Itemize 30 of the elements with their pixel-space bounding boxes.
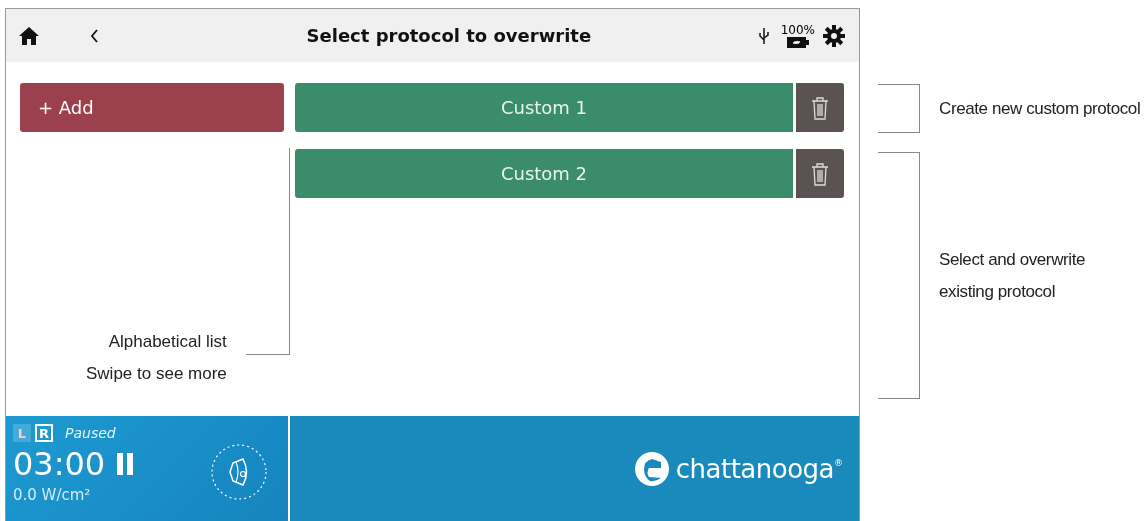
applicator-icon[interactable]	[210, 443, 268, 501]
bracket-line	[878, 84, 920, 133]
annotation-text: Select and overwrite	[939, 248, 1086, 271]
back-icon[interactable]	[90, 28, 99, 43]
add-button[interactable]: + Add	[20, 83, 284, 132]
annotation-text: Create new custom protocol	[939, 97, 1141, 120]
protocol-button[interactable]: Custom 1	[295, 83, 793, 132]
annotation-text: Alphabetical list	[107, 331, 227, 353]
logo-icon	[633, 450, 670, 487]
status-text: Paused	[65, 425, 116, 441]
pause-icon[interactable]	[117, 453, 134, 475]
annotation-text: Swipe to see more	[86, 363, 227, 385]
delete-button[interactable]	[796, 149, 844, 198]
side-toggle[interactable]: R	[35, 424, 53, 442]
delete-button[interactable]	[796, 83, 844, 132]
usb-icon	[758, 26, 769, 45]
protocol-button[interactable]: Custom 2	[295, 149, 793, 198]
screen-title: Select protocol to overwrite	[305, 25, 593, 46]
home-icon[interactable]	[18, 25, 40, 46]
timer: 03:00	[13, 444, 106, 484]
battery-icon	[786, 35, 809, 48]
battery-level: 100%	[780, 23, 815, 36]
annotation-text: existing protocol	[939, 280, 1057, 303]
registered-mark: ®	[834, 458, 843, 468]
brand-name: chattanooga	[675, 453, 834, 484]
settings-icon[interactable]	[823, 24, 845, 47]
intensity-reading: 0.0 W/cm²	[13, 486, 92, 504]
trash-icon	[811, 95, 829, 120]
trash-icon	[811, 161, 829, 186]
side-toggle[interactable]: L	[13, 424, 31, 442]
